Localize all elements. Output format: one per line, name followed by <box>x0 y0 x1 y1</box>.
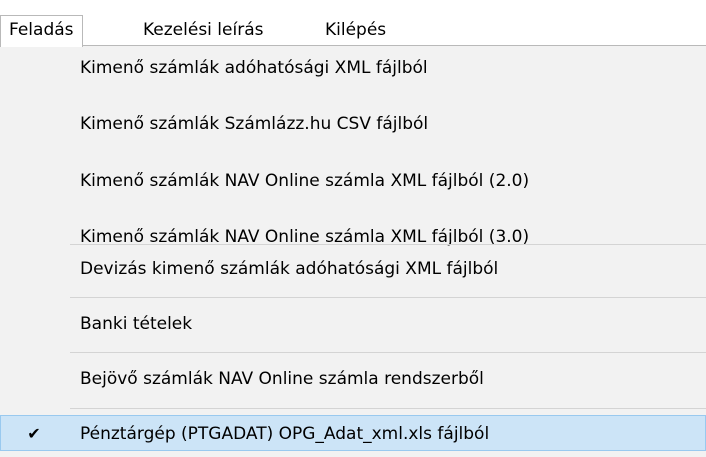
menu-item-label: Kimenő számlák adóhatósági XML fájlból <box>80 58 428 78</box>
menu-kezelesi-leiras[interactable]: Kezelési leírás <box>135 16 271 44</box>
menu-item-devizas-kimeno[interactable]: Devizás kimenő számlák adóhatósági XML f… <box>0 251 706 287</box>
menu-item-banki-tetelek[interactable]: Banki tételek <box>0 306 706 342</box>
menu-kilepes[interactable]: Kilépés <box>317 16 394 44</box>
menu-item-label: Pénztárgép (PTGADAT) OPG_Adat_xml.xls fá… <box>80 424 490 444</box>
menu-item-kimeno-nav-online-3[interactable]: Kimenő számlák NAV Online számla XML fáj… <box>0 219 706 255</box>
menu-bar: Feladás Kezelési leírás Kilépés <box>0 0 706 47</box>
menu-separator <box>70 408 706 409</box>
menu-item-penztargep-ptgadat[interactable]: ✔ Pénztárgép (PTGADAT) OPG_Adat_xml.xls … <box>0 415 706 451</box>
menu-item-label: Kimenő számlák NAV Online számla XML fáj… <box>80 171 530 191</box>
menu-item-label: Kimenő számlák NAV Online számla XML fáj… <box>80 227 530 247</box>
menu-item-label: Bejövő számlák NAV Online számla rendsze… <box>80 369 484 389</box>
menu-separator <box>70 352 706 353</box>
feladas-dropdown-menu: Kimenő számlák adóhatósági XML fájlból K… <box>0 45 706 457</box>
menu-item-label: Devizás kimenő számlák adóhatósági XML f… <box>80 259 499 279</box>
menu-item-bejovo-nav-online[interactable]: Bejövő számlák NAV Online számla rendsze… <box>0 361 706 397</box>
menu-item-kimeno-adohatosagi-xml[interactable]: Kimenő számlák adóhatósági XML fájlból <box>0 50 706 86</box>
menu-item-label: Kimenő számlák Számlázz.hu CSV fájlból <box>80 114 429 134</box>
menu-separator <box>70 244 706 245</box>
checkmark-icon: ✔ <box>27 424 41 443</box>
menu-item-label: Banki tételek <box>80 314 193 334</box>
menu-item-kimeno-szamlazz-csv[interactable]: Kimenő számlák Számlázz.hu CSV fájlból <box>0 106 706 142</box>
menu-item-kimeno-nav-online-2[interactable]: Kimenő számlák NAV Online számla XML fáj… <box>0 163 706 199</box>
menu-feladas[interactable]: Feladás <box>0 15 83 47</box>
menu-separator <box>70 297 706 298</box>
